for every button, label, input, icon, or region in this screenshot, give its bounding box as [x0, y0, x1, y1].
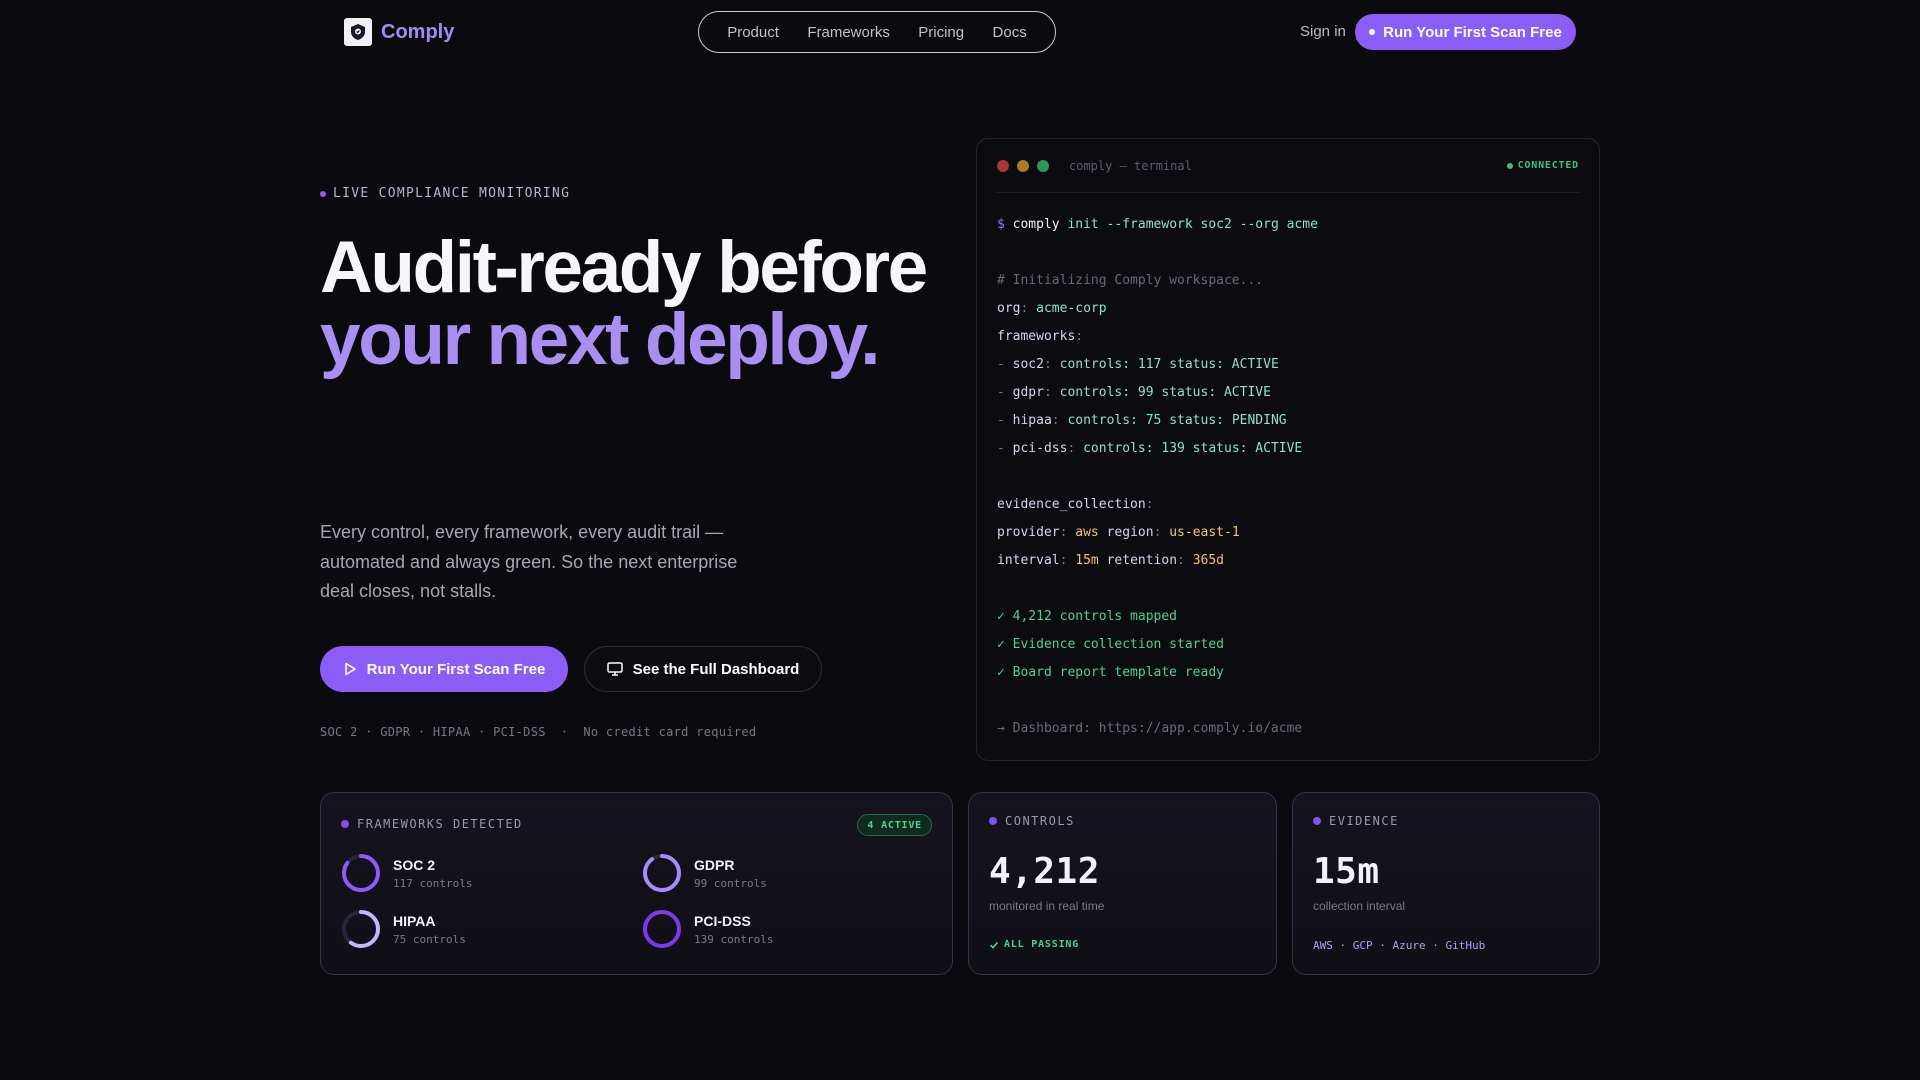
framework-controls: 117 controls [393, 876, 473, 890]
evidence-providers: AWS · GCP · Azure · GitHub [1313, 939, 1486, 952]
evidence-value: 15m [1313, 851, 1380, 892]
hero-meta: SOC 2 · GDPR · HIPAA · PCI-DSS · No cred… [320, 725, 757, 739]
controls-sub: monitored in real time [989, 899, 1105, 913]
terminal-line: provider: aws region: us-east-1 [997, 525, 1240, 540]
evidence-card: EVIDENCE 15m collection interval AWS · G… [1292, 792, 1600, 975]
nav-link-frameworks[interactable]: Frameworks [807, 24, 890, 41]
progress-ring-icon [342, 910, 380, 948]
dashboard-link[interactable]: → Dashboard: https://app.comply.io/acme [997, 715, 1579, 743]
evidence-sub: collection interval [1313, 899, 1406, 913]
passing-status: ALL PASSING [989, 939, 1079, 950]
run-scan-label: Run Your First Scan Free [366, 660, 546, 678]
frameworks-card-label: FRAMEWORKS DETECTED [341, 817, 523, 831]
dot-icon [341, 820, 349, 828]
minimize-dot-icon[interactable] [1017, 159, 1029, 172]
progress-ring-icon [643, 910, 681, 948]
dot-icon [989, 817, 997, 825]
terminal-line: - pci-dss: controls: 139 status: ACTIVE [997, 441, 1303, 456]
terminal-line: frameworks: [997, 329, 1084, 344]
brand[interactable]: Comply [344, 18, 454, 46]
controls-card: CONTROLS 4,212 monitored in real time AL… [968, 792, 1277, 975]
nav-cta-button[interactable]: Run Your First Scan Free [1355, 14, 1576, 50]
terminal-line: - hipaa: controls: 75 status: PENDING [997, 413, 1287, 428]
dot-icon [1313, 817, 1321, 825]
framework-name: GDPR [694, 856, 735, 873]
terminal-line: # Initializing Comply workspace... [997, 273, 1264, 288]
see-dashboard-label: See the Full Dashboard [632, 660, 800, 678]
frameworks-card: FRAMEWORKS DETECTED 4 ACTIVE SOC 2 117 co… [320, 792, 953, 975]
headline-line-2: your next deploy. [320, 299, 881, 380]
brand-name: Comply [381, 20, 455, 43]
run-scan-button[interactable]: Run Your First Scan Free [320, 646, 568, 692]
status-dot-icon [320, 190, 326, 197]
check-icon [989, 941, 999, 949]
connection-label: CONNECTED [1517, 160, 1579, 171]
terminal-header: comply — terminal CONNECTED [997, 139, 1579, 193]
evidence-label-text: EVIDENCE [1329, 814, 1399, 828]
eyebrow-label: LIVE COMPLIANCE MONITORING [333, 186, 571, 201]
top-nav: Comply Product Frameworks Pricing Docs S… [0, 0, 1920, 64]
terminal-body: $ comply init --framework soc2 --org acm… [997, 211, 1579, 743]
framework-soc2[interactable]: SOC 2 117 controls [341, 853, 472, 893]
dot-icon [1369, 29, 1376, 35]
framework-gdpr[interactable]: GDPR 99 controls [642, 853, 767, 893]
controls-card-label: CONTROLS [989, 814, 1075, 828]
terminal-line: ✓ 4,212 controls mapped [997, 609, 1178, 624]
terminal-line: interval: 15m retention: 365d [997, 553, 1225, 568]
hero-headline: Audit-ready before your next deploy. [320, 227, 960, 380]
sign-in-link[interactable]: Sign in [1300, 23, 1346, 40]
framework-controls: 75 controls [393, 932, 466, 946]
framework-pci-dss[interactable]: PCI-DSS 139 controls [642, 909, 773, 949]
connected-dot-icon [1506, 162, 1513, 169]
headline-line-1: Audit-ready before [320, 227, 928, 308]
active-badge: 4 ACTIVE [857, 814, 932, 836]
terminal-line: evidence_collection: [997, 497, 1154, 512]
terminal-line: ✓ Evidence collection started [997, 637, 1224, 652]
evidence-card-label: EVIDENCE [1313, 814, 1399, 828]
nav-link-product[interactable]: Product [727, 24, 779, 41]
terminal-line: - soc2: controls: 117 status: ACTIVE [997, 357, 1279, 372]
terminal-window: comply — terminal CONNECTED $ comply ini… [976, 138, 1600, 761]
frameworks-label-text: FRAMEWORKS DETECTED [357, 817, 523, 831]
nav-link-docs[interactable]: Docs [993, 24, 1027, 41]
play-icon [344, 662, 356, 676]
framework-name: HIPAA [393, 912, 436, 929]
nav-links: Product Frameworks Pricing Docs [698, 11, 1056, 53]
controls-value: 4,212 [989, 851, 1100, 892]
maximize-dot-icon[interactable] [1037, 159, 1049, 172]
terminal-line: org: acme-corp [997, 301, 1107, 316]
framework-hipaa[interactable]: HIPAA 75 controls [341, 909, 466, 949]
nav-link-pricing[interactable]: Pricing [918, 24, 964, 41]
terminal-line: $ comply init --framework soc2 --org acm… [997, 217, 1318, 232]
terminal-line: - gdpr: controls: 99 status: ACTIVE [997, 385, 1271, 400]
see-dashboard-button[interactable]: See the Full Dashboard [584, 646, 822, 692]
progress-ring-icon [643, 854, 681, 892]
framework-controls: 99 controls [694, 876, 767, 890]
monitor-icon [606, 662, 623, 676]
hero-lede: Every control, every framework, every au… [320, 522, 738, 601]
nav-cta-label: Run Your First Scan Free [1383, 23, 1562, 41]
terminal-line: ✓ Board report template ready [997, 665, 1224, 680]
hero-eyebrow: LIVE COMPLIANCE MONITORING [320, 186, 570, 201]
controls-label-text: CONTROLS [1005, 814, 1075, 828]
progress-ring-icon [342, 854, 380, 892]
connection-status: CONNECTED [1506, 160, 1579, 171]
shield-logo-icon [344, 18, 372, 46]
passing-label: ALL PASSING [1004, 939, 1080, 950]
framework-name: SOC 2 [393, 856, 436, 873]
framework-controls: 139 controls [694, 932, 774, 946]
terminal-title: comply — terminal [1069, 158, 1192, 173]
close-dot-icon[interactable] [997, 159, 1009, 172]
framework-name: PCI-DSS [694, 912, 751, 929]
